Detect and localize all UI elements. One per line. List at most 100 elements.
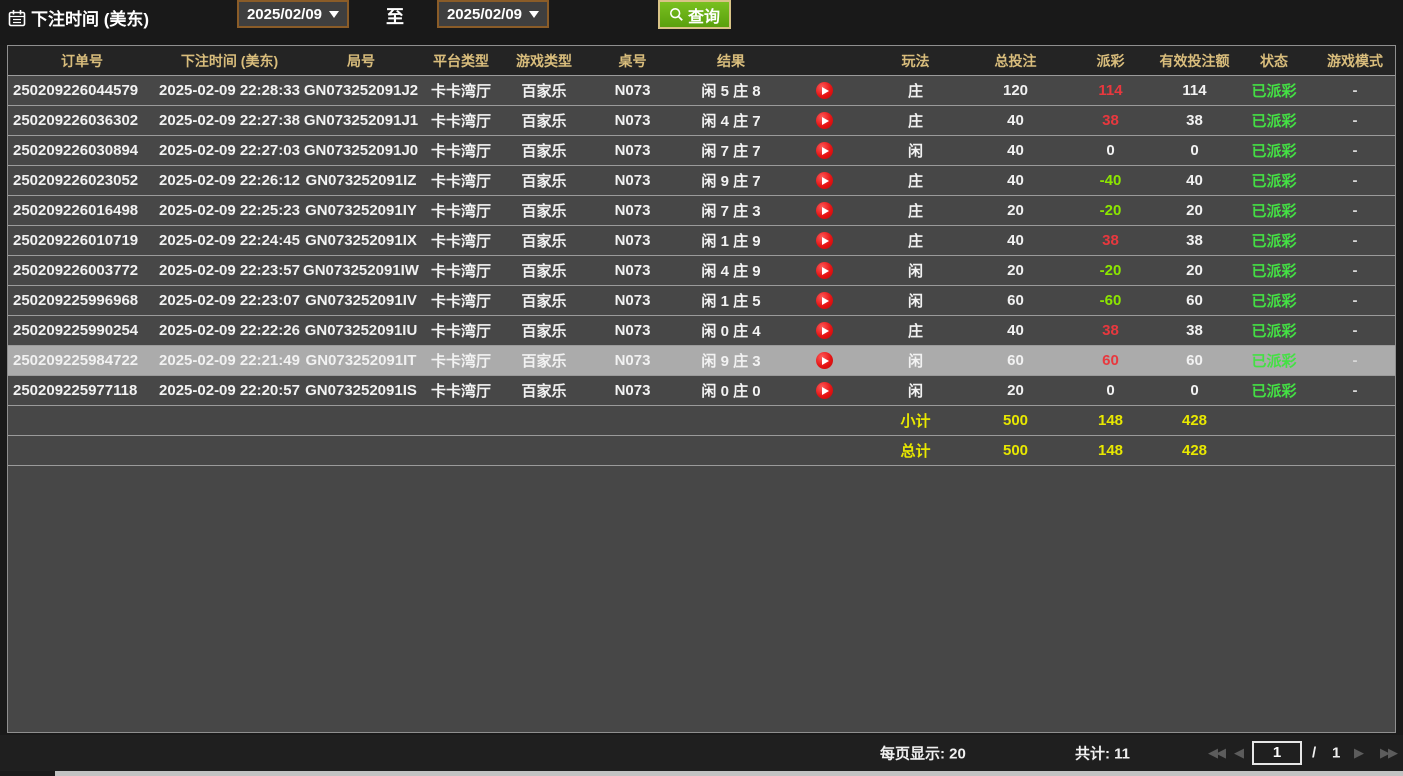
header-total-bet: 总投注 <box>964 51 1067 71</box>
cell-game-type: 百家乐 <box>503 170 585 191</box>
cell-platform: 卡卡湾厅 <box>419 80 503 101</box>
header-game-type: 游戏类型 <box>503 51 585 71</box>
cell-total-bet: 20 <box>964 382 1067 399</box>
cell-platform: 卡卡湾厅 <box>419 290 503 311</box>
subtotal-payout: 148 <box>1067 412 1154 429</box>
cell-total-bet: 60 <box>964 352 1067 369</box>
subtotal-row: 小计 500 148 428 <box>8 406 1395 436</box>
cell-result: 闲 1 庄 9 <box>680 230 782 251</box>
cell-bet-time: 2025-02-09 22:27:38 <box>156 112 303 129</box>
play-icon[interactable] <box>816 112 833 129</box>
cell-order-no: 250209226016498 <box>8 202 156 219</box>
play-icon[interactable] <box>816 262 833 279</box>
cell-order-no: 250209226010719 <box>8 232 156 249</box>
table-row[interactable]: 250209225977118 2025-02-09 22:20:57 GN07… <box>8 376 1395 406</box>
cell-platform: 卡卡湾厅 <box>419 230 503 251</box>
query-button[interactable]: 查询 <box>658 0 731 29</box>
cell-valid-bet: 114 <box>1154 82 1235 99</box>
cell-payout: 0 <box>1067 142 1154 159</box>
header-order-no: 订单号 <box>8 51 156 71</box>
table-row[interactable]: 250209225990254 2025-02-09 22:22:26 GN07… <box>8 316 1395 346</box>
prev-page-icon[interactable]: ◀ <box>1234 745 1242 761</box>
cell-bet-time: 2025-02-09 22:20:57 <box>156 382 303 399</box>
cell-table-no: N073 <box>585 112 680 129</box>
play-icon[interactable] <box>816 382 833 399</box>
bet-history-table: 订单号 下注时间 (美东) 局号 平台类型 游戏类型 桌号 结果 玩法 总投注 … <box>7 45 1396 733</box>
cell-round-no: GN073252091IU <box>303 322 419 339</box>
header-round-no: 局号 <box>303 51 419 71</box>
cell-play-type: 庄 <box>867 200 964 221</box>
cell-bet-time: 2025-02-09 22:23:07 <box>156 292 303 309</box>
cell-round-no: GN073252091IV <box>303 292 419 309</box>
play-icon[interactable] <box>816 352 833 369</box>
cell-result: 闲 0 庄 4 <box>680 320 782 341</box>
cell-replay <box>782 292 867 309</box>
play-icon[interactable] <box>816 142 833 159</box>
per-page-label: 每页显示: 20 <box>880 743 966 764</box>
cell-game-type: 百家乐 <box>503 110 585 131</box>
cell-play-type: 闲 <box>867 260 964 281</box>
subtotal-label: 小计 <box>867 410 964 431</box>
play-icon[interactable] <box>816 172 833 189</box>
table-row[interactable]: 250209225996968 2025-02-09 22:23:07 GN07… <box>8 286 1395 316</box>
table-row[interactable]: 250209226036302 2025-02-09 22:27:38 GN07… <box>8 106 1395 136</box>
play-icon[interactable] <box>816 322 833 339</box>
cell-play-type: 闲 <box>867 350 964 371</box>
page-number-input[interactable]: 1 <box>1252 741 1302 765</box>
cell-valid-bet: 0 <box>1154 382 1235 399</box>
cell-result: 闲 7 庄 3 <box>680 200 782 221</box>
cell-valid-bet: 38 <box>1154 322 1235 339</box>
cell-game-mode: - <box>1313 82 1396 99</box>
cell-payout: 38 <box>1067 322 1154 339</box>
subtotal-total-bet: 500 <box>964 412 1067 429</box>
cell-payout: -20 <box>1067 202 1154 219</box>
cell-total-bet: 40 <box>964 322 1067 339</box>
chevron-down-icon <box>529 11 539 18</box>
cell-result: 闲 9 庄 3 <box>680 350 782 371</box>
cell-game-type: 百家乐 <box>503 290 585 311</box>
cell-result: 闲 5 庄 8 <box>680 80 782 101</box>
window-bottom-edge <box>55 771 1403 776</box>
cell-table-no: N073 <box>585 172 680 189</box>
cell-round-no: GN073252091IX <box>303 232 419 249</box>
cell-bet-time: 2025-02-09 22:28:33 <box>156 82 303 99</box>
header-play-type: 玩法 <box>867 51 964 71</box>
cell-valid-bet: 60 <box>1154 292 1235 309</box>
page-separator: / <box>1312 745 1316 762</box>
last-page-icon[interactable]: ▶▶ <box>1380 745 1396 761</box>
cell-result: 闲 1 庄 5 <box>680 290 782 311</box>
date-to-dropdown[interactable]: 2025/02/09 <box>437 0 549 28</box>
play-icon[interactable] <box>816 292 833 309</box>
header-payout: 派彩 <box>1067 51 1154 71</box>
cell-round-no: GN073252091J1 <box>303 112 419 129</box>
bet-time-label-group: 下注时间 (美东) <box>8 5 149 30</box>
cell-result: 闲 4 庄 7 <box>680 110 782 131</box>
cell-order-no: 250209225990254 <box>8 322 156 339</box>
table-row[interactable]: 250209226010719 2025-02-09 22:24:45 GN07… <box>8 226 1395 256</box>
cell-payout: 0 <box>1067 382 1154 399</box>
cell-replay <box>782 112 867 129</box>
table-row[interactable]: 250209225984722 2025-02-09 22:21:49 GN07… <box>8 346 1395 376</box>
cell-table-no: N073 <box>585 292 680 309</box>
cell-order-no: 250209226023052 <box>8 172 156 189</box>
table-row[interactable]: 250209226044579 2025-02-09 22:28:33 GN07… <box>8 76 1395 106</box>
cell-game-mode: - <box>1313 262 1396 279</box>
cell-order-no: 250209225984722 <box>8 352 156 369</box>
chevron-down-icon <box>329 11 339 18</box>
play-icon[interactable] <box>816 202 833 219</box>
table-row[interactable]: 250209226003772 2025-02-09 22:23:57 GN07… <box>8 256 1395 286</box>
total-label: 总计 <box>867 440 964 461</box>
cell-platform: 卡卡湾厅 <box>419 200 503 221</box>
table-row[interactable]: 250209226030894 2025-02-09 22:27:03 GN07… <box>8 136 1395 166</box>
table-row[interactable]: 250209226016498 2025-02-09 22:25:23 GN07… <box>8 196 1395 226</box>
cell-result: 闲 9 庄 7 <box>680 170 782 191</box>
play-icon[interactable] <box>816 232 833 249</box>
cell-total-bet: 60 <box>964 292 1067 309</box>
cell-play-type: 闲 <box>867 290 964 311</box>
cell-play-type: 闲 <box>867 140 964 161</box>
next-page-icon[interactable]: ▶ <box>1354 745 1362 761</box>
first-page-icon[interactable]: ◀◀ <box>1208 745 1224 761</box>
table-row[interactable]: 250209226023052 2025-02-09 22:26:12 GN07… <box>8 166 1395 196</box>
date-from-dropdown[interactable]: 2025/02/09 <box>237 0 349 28</box>
play-icon[interactable] <box>816 82 833 99</box>
